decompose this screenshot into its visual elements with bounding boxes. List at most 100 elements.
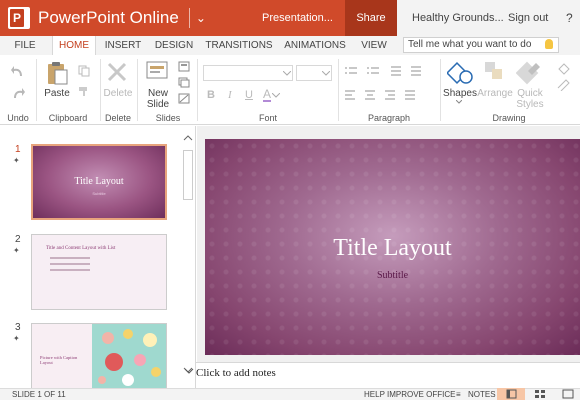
- bold-icon[interactable]: B: [207, 89, 215, 101]
- buttons-image: [98, 329, 161, 386]
- slide-counter: SLIDE 1 OF 11: [12, 390, 66, 399]
- tab-design[interactable]: DESIGN: [152, 36, 196, 55]
- paste-icon[interactable]: [45, 60, 69, 86]
- tab-home[interactable]: HOME: [52, 36, 96, 55]
- powerpoint-logo-icon[interactable]: P: [8, 7, 30, 29]
- slide-number: 2: [15, 234, 21, 245]
- layout-icon[interactable]: [178, 61, 190, 73]
- slide-thumbnail-1[interactable]: Title Layout Subtitle: [31, 144, 167, 220]
- arrange-icon[interactable]: [483, 60, 507, 84]
- slide-number: 3: [15, 322, 21, 333]
- divider: [137, 59, 138, 121]
- tab-file[interactable]: FILE: [8, 36, 42, 55]
- group-label-clipboard: Clipboard: [48, 113, 88, 123]
- normal-view-icon: [506, 389, 517, 399]
- divider: [338, 59, 339, 121]
- animation-star-icon: ✦: [13, 156, 20, 165]
- new-slide-icon[interactable]: [145, 60, 169, 82]
- sign-out-link[interactable]: Sign out: [508, 0, 548, 36]
- italic-icon[interactable]: I: [228, 89, 232, 101]
- chevron-down-icon[interactable]: [283, 71, 291, 76]
- group-label-paragraph: Paragraph: [367, 113, 411, 123]
- new-slide-label-2[interactable]: Slide: [140, 99, 176, 110]
- animation-star-icon: ✦: [13, 334, 20, 343]
- slide-title[interactable]: Title Layout: [205, 235, 580, 262]
- thumbnail-title: Title and Content Layout with List: [46, 246, 116, 251]
- copy-icon[interactable]: [78, 65, 90, 77]
- tell-me-search[interactable]: Tell me what you want to do: [403, 37, 559, 53]
- scroll-up-icon[interactable]: [183, 134, 193, 142]
- tab-transitions[interactable]: TRANSITIONS: [204, 36, 274, 55]
- notes-icon[interactable]: ≡: [456, 390, 461, 400]
- ribbon: Undo Paste Clipboard Delete Delete New S…: [0, 55, 580, 125]
- help-button[interactable]: ?: [566, 0, 573, 36]
- slide-sorter-icon[interactable]: [534, 389, 546, 399]
- thumbnail-picture: [92, 324, 166, 388]
- divider: [440, 59, 441, 121]
- slide-canvas[interactable]: Title Layout Subtitle: [205, 139, 580, 355]
- thumbnail-title: Title Layout: [74, 176, 124, 187]
- shapes-button[interactable]: Shapes: [442, 88, 478, 99]
- chevron-down-icon[interactable]: ⌄: [196, 11, 206, 25]
- scrollbar-thumb[interactable]: [183, 150, 193, 200]
- group-label-delete: Delete: [104, 113, 131, 123]
- status-bar: SLIDE 1 OF 11 HELP IMPROVE OFFICE ≡ NOTE…: [0, 388, 580, 400]
- font-family-dropdown[interactable]: [203, 65, 293, 81]
- arrange-button[interactable]: Arrange: [476, 88, 514, 99]
- slide-subtitle[interactable]: Subtitle: [205, 270, 580, 281]
- shape-fill-icon[interactable]: [556, 61, 572, 77]
- divider: [188, 8, 190, 28]
- animation-star-icon: ✦: [13, 246, 20, 255]
- quick-styles-icon[interactable]: [516, 60, 542, 86]
- slide-number: 1: [15, 144, 21, 155]
- quick-styles-label-2[interactable]: Styles: [512, 99, 548, 110]
- reading-view-icon[interactable]: [562, 389, 574, 399]
- thumbnail-bullet-line: [50, 263, 90, 265]
- share-button[interactable]: Share: [345, 0, 397, 36]
- underline-icon[interactable]: U: [245, 89, 253, 101]
- divider: [36, 59, 37, 121]
- shape-outline-icon[interactable]: [556, 77, 572, 91]
- duplicate-slide-icon[interactable]: [178, 77, 190, 89]
- chevron-down-icon[interactable]: [456, 100, 462, 104]
- chevron-down-icon[interactable]: [272, 93, 280, 98]
- format-painter-icon[interactable]: [78, 85, 90, 97]
- group-label-undo: Undo: [7, 113, 29, 123]
- slide-thumbnail-3[interactable]: Picture with Caption Layout: [31, 323, 167, 389]
- thumbnail-title: Picture with Caption Layout: [40, 355, 78, 365]
- normal-view-button[interactable]: [497, 388, 525, 400]
- tab-insert[interactable]: INSERT: [100, 36, 146, 55]
- divider: [197, 59, 198, 121]
- app-name[interactable]: PowerPoint Online: [38, 8, 179, 28]
- shapes-icon[interactable]: [447, 60, 473, 86]
- quick-styles-label-1[interactable]: Quick: [512, 88, 548, 99]
- font-color-icon[interactable]: A: [263, 88, 272, 102]
- list-icons: [345, 66, 421, 76]
- group-label-slides: Slides: [155, 113, 181, 123]
- notes-toggle-button[interactable]: NOTES: [468, 390, 496, 400]
- paste-button[interactable]: Paste: [40, 88, 74, 99]
- delete-x-icon[interactable]: [106, 61, 128, 83]
- redo-icon[interactable]: [10, 86, 26, 100]
- lightbulb-icon: [545, 39, 553, 49]
- group-label-font: Font: [258, 113, 277, 123]
- tab-view[interactable]: VIEW: [356, 36, 392, 55]
- notes-placeholder[interactable]: Click to add notes: [196, 367, 276, 379]
- new-slide-label-1[interactable]: New: [140, 88, 176, 99]
- slide-thumbnail-2[interactable]: Title and Content Layout with List: [31, 234, 167, 310]
- thumbnail-subtitle: Subtitle: [92, 191, 106, 196]
- group-label-drawing: Drawing: [492, 113, 526, 123]
- help-improve-office-link[interactable]: HELP IMPROVE OFFICE: [364, 390, 455, 400]
- thumbnail-bullet-line: [50, 257, 90, 259]
- user-name[interactable]: Healthy Grounds...: [412, 0, 504, 36]
- delete-button[interactable]: Delete: [100, 88, 136, 99]
- tab-animations[interactable]: ANIMATIONS: [282, 36, 348, 55]
- document-title[interactable]: Presentation...: [250, 0, 345, 36]
- thumbnail-bullet-line: [50, 269, 90, 271]
- notes-pane[interactable]: Click to add notes: [196, 362, 580, 388]
- align-icons: [345, 90, 415, 100]
- chevron-down-icon[interactable]: [322, 71, 330, 76]
- hide-slide-icon[interactable]: [178, 93, 190, 105]
- chevron-down-icon[interactable]: [184, 367, 194, 375]
- undo-icon[interactable]: [10, 64, 26, 78]
